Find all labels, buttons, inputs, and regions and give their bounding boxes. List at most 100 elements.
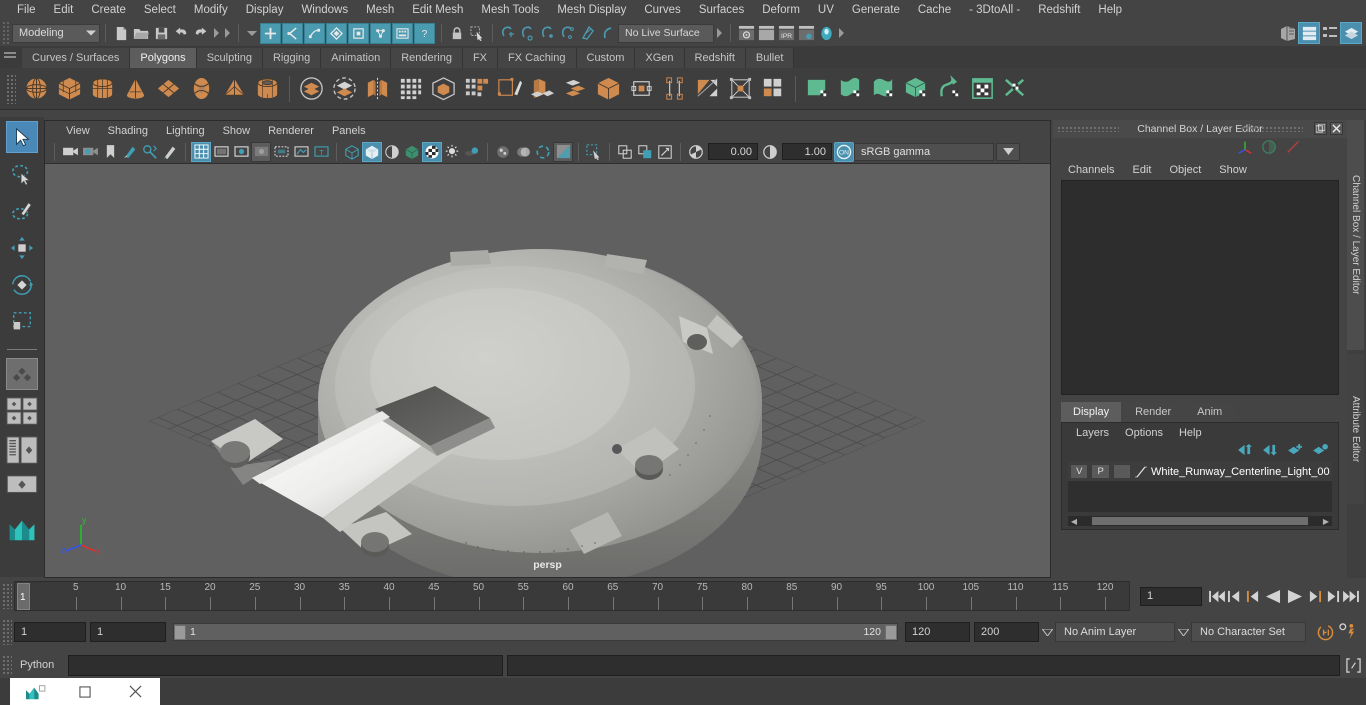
- color-space-dropdown-icon[interactable]: [996, 142, 1020, 161]
- anim-layer-select[interactable]: No Anim Layer: [1055, 622, 1175, 642]
- extrude-icon[interactable]: [460, 72, 493, 106]
- xray-joints-icon[interactable]: [635, 142, 655, 162]
- animation-end-time-field[interactable]: 200: [974, 622, 1039, 642]
- collapse-down-icon[interactable]: [247, 30, 257, 36]
- single-perspective-layout-button[interactable]: [6, 473, 38, 499]
- snap-to-view-icon[interactable]: [598, 23, 618, 43]
- film-origin-icon[interactable]: [271, 142, 291, 162]
- move-layer-up-icon[interactable]: [1238, 443, 1253, 461]
- menu-display[interactable]: Display: [237, 0, 293, 20]
- snap-projection-icon[interactable]: [558, 23, 578, 43]
- expand-right-icon[interactable]: [214, 28, 219, 38]
- insert-edge-loop-icon[interactable]: [658, 72, 691, 106]
- shelf-tab-fx[interactable]: FX: [462, 48, 499, 68]
- maya-app-icon[interactable]: [10, 683, 60, 701]
- highlight-selection-icon[interactable]: [467, 23, 487, 43]
- uv-spherical-icon[interactable]: [867, 72, 900, 106]
- range-slider-right-handle[interactable]: [885, 624, 897, 640]
- new-scene-icon[interactable]: [111, 23, 131, 43]
- menu-file[interactable]: File: [8, 0, 45, 20]
- live-surface-field[interactable]: No Live Surface: [618, 23, 714, 43]
- scroll-left-arrow[interactable]: ◀: [1068, 517, 1080, 526]
- options-menu[interactable]: Options: [1117, 427, 1171, 439]
- grease-pencil-icon[interactable]: [160, 142, 180, 162]
- shelf-tab-rendering[interactable]: Rendering: [391, 48, 463, 68]
- layers-menu[interactable]: Layers: [1068, 427, 1117, 439]
- layer-playback-toggle[interactable]: P: [1091, 464, 1110, 479]
- move-layer-down-icon[interactable]: [1263, 443, 1278, 461]
- close-icon[interactable]: [1330, 122, 1343, 135]
- shaded-wireframe-icon[interactable]: [382, 142, 402, 162]
- show-tool-settings-icon[interactable]: [1320, 23, 1340, 43]
- color-space-field[interactable]: sRGB gamma: [854, 142, 994, 161]
- title-safe-icon[interactable]: T: [311, 142, 331, 162]
- shelf-tab-xgen[interactable]: XGen: [635, 48, 685, 68]
- resolution-gate-icon[interactable]: [231, 142, 251, 162]
- layer-list[interactable]: V P White_Runway_Centerline_Light_001: [1068, 462, 1332, 512]
- viewport-menu-renderer[interactable]: Renderer: [259, 125, 323, 137]
- exposure-value-field[interactable]: 0.00: [708, 143, 758, 160]
- uv-editor-icon[interactable]: [966, 72, 999, 106]
- poly-sphere-icon[interactable]: [20, 72, 53, 106]
- smooth-shade-icon[interactable]: [362, 141, 382, 162]
- animation-preferences-icon[interactable]: [1336, 622, 1360, 642]
- shelf-menu-handle[interactable]: [4, 50, 16, 64]
- viewport-menu-panels[interactable]: Panels: [323, 125, 375, 137]
- menu-curves[interactable]: Curves: [635, 0, 689, 20]
- poly-plane-icon[interactable]: [152, 72, 185, 106]
- smooth-icon[interactable]: [394, 72, 427, 106]
- view-transform-toggle-icon[interactable]: ON: [834, 141, 854, 162]
- snap-point-magnet-icon[interactable]: [538, 23, 558, 43]
- go-to-end-icon[interactable]: [1342, 586, 1360, 606]
- playback-end-time-field[interactable]: 120: [905, 622, 970, 642]
- combine-icon[interactable]: [295, 72, 328, 106]
- vtab-channel-box[interactable]: Channel Box / Layer Editor: [1347, 120, 1364, 350]
- new-layer-icon[interactable]: [1288, 443, 1303, 461]
- grid-toggle-icon[interactable]: [191, 141, 211, 162]
- shelf-tab-curves-surfaces[interactable]: Curves / Surfaces: [22, 48, 131, 68]
- bookmark-icon[interactable]: [100, 142, 120, 162]
- script-editor-icon[interactable]: [1344, 655, 1362, 675]
- animation-start-time-field[interactable]: 1: [14, 622, 86, 642]
- vtab-attribute-editor[interactable]: Attribute Editor: [1347, 354, 1364, 504]
- render-settings-icon[interactable]: [796, 23, 816, 43]
- shelf-grip[interactable]: [6, 73, 16, 104]
- table-row[interactable]: V P White_Runway_Centerline_Light_001: [1068, 462, 1332, 481]
- offset-edge-loop-icon[interactable]: [691, 72, 724, 106]
- menu-help[interactable]: Help: [1089, 0, 1131, 20]
- poly-cylinder-icon[interactable]: [86, 72, 119, 106]
- step-back-frame-icon[interactable]: [1244, 586, 1262, 606]
- range-slider-left-handle[interactable]: [174, 624, 186, 640]
- menu-cache[interactable]: Cache: [909, 0, 960, 20]
- edit-menu[interactable]: Edit: [1123, 164, 1160, 176]
- snap-to-curve-icon[interactable]: [348, 22, 369, 44]
- expand-right-icon-4[interactable]: [839, 28, 844, 38]
- tab-display[interactable]: Display: [1061, 402, 1122, 422]
- rotate-tool-button[interactable]: [6, 269, 38, 301]
- film-gate-icon[interactable]: [211, 142, 231, 162]
- wireframe-icon[interactable]: [342, 142, 362, 162]
- play-forwards-icon[interactable]: [1284, 586, 1306, 606]
- auto-keyframe-icon[interactable]: [1314, 622, 1336, 642]
- append-to-polygon-icon[interactable]: [625, 72, 658, 106]
- 2d-pan-zoom-icon[interactable]: [140, 142, 160, 162]
- boolean-icon[interactable]: [427, 72, 460, 106]
- current-frame-field[interactable]: 1: [1140, 586, 1202, 606]
- layer-color-swatch[interactable]: [1134, 464, 1148, 479]
- panel-grip-left[interactable]: [1057, 126, 1119, 132]
- expand-right-icon-3[interactable]: [717, 28, 722, 38]
- menu-create[interactable]: Create: [82, 0, 135, 20]
- menu-edit[interactable]: Edit: [45, 0, 83, 20]
- exposure-icon[interactable]: [686, 142, 706, 162]
- smooth-mesh-icon[interactable]: [592, 72, 625, 106]
- help-menu[interactable]: Help: [1171, 427, 1210, 439]
- channel-box-list[interactable]: [1061, 180, 1339, 395]
- poly-pyramid-icon[interactable]: [218, 72, 251, 106]
- shadows-icon[interactable]: [462, 142, 482, 162]
- shelf-tab-sculpting[interactable]: Sculpting: [196, 48, 263, 68]
- gamma-icon[interactable]: [760, 142, 780, 162]
- snap-to-grid-icon[interactable]: [326, 22, 347, 44]
- motion-blur-icon[interactable]: [513, 142, 533, 162]
- playback-start-time-field[interactable]: 1: [90, 622, 166, 642]
- quad-draw-icon[interactable]: [757, 72, 790, 106]
